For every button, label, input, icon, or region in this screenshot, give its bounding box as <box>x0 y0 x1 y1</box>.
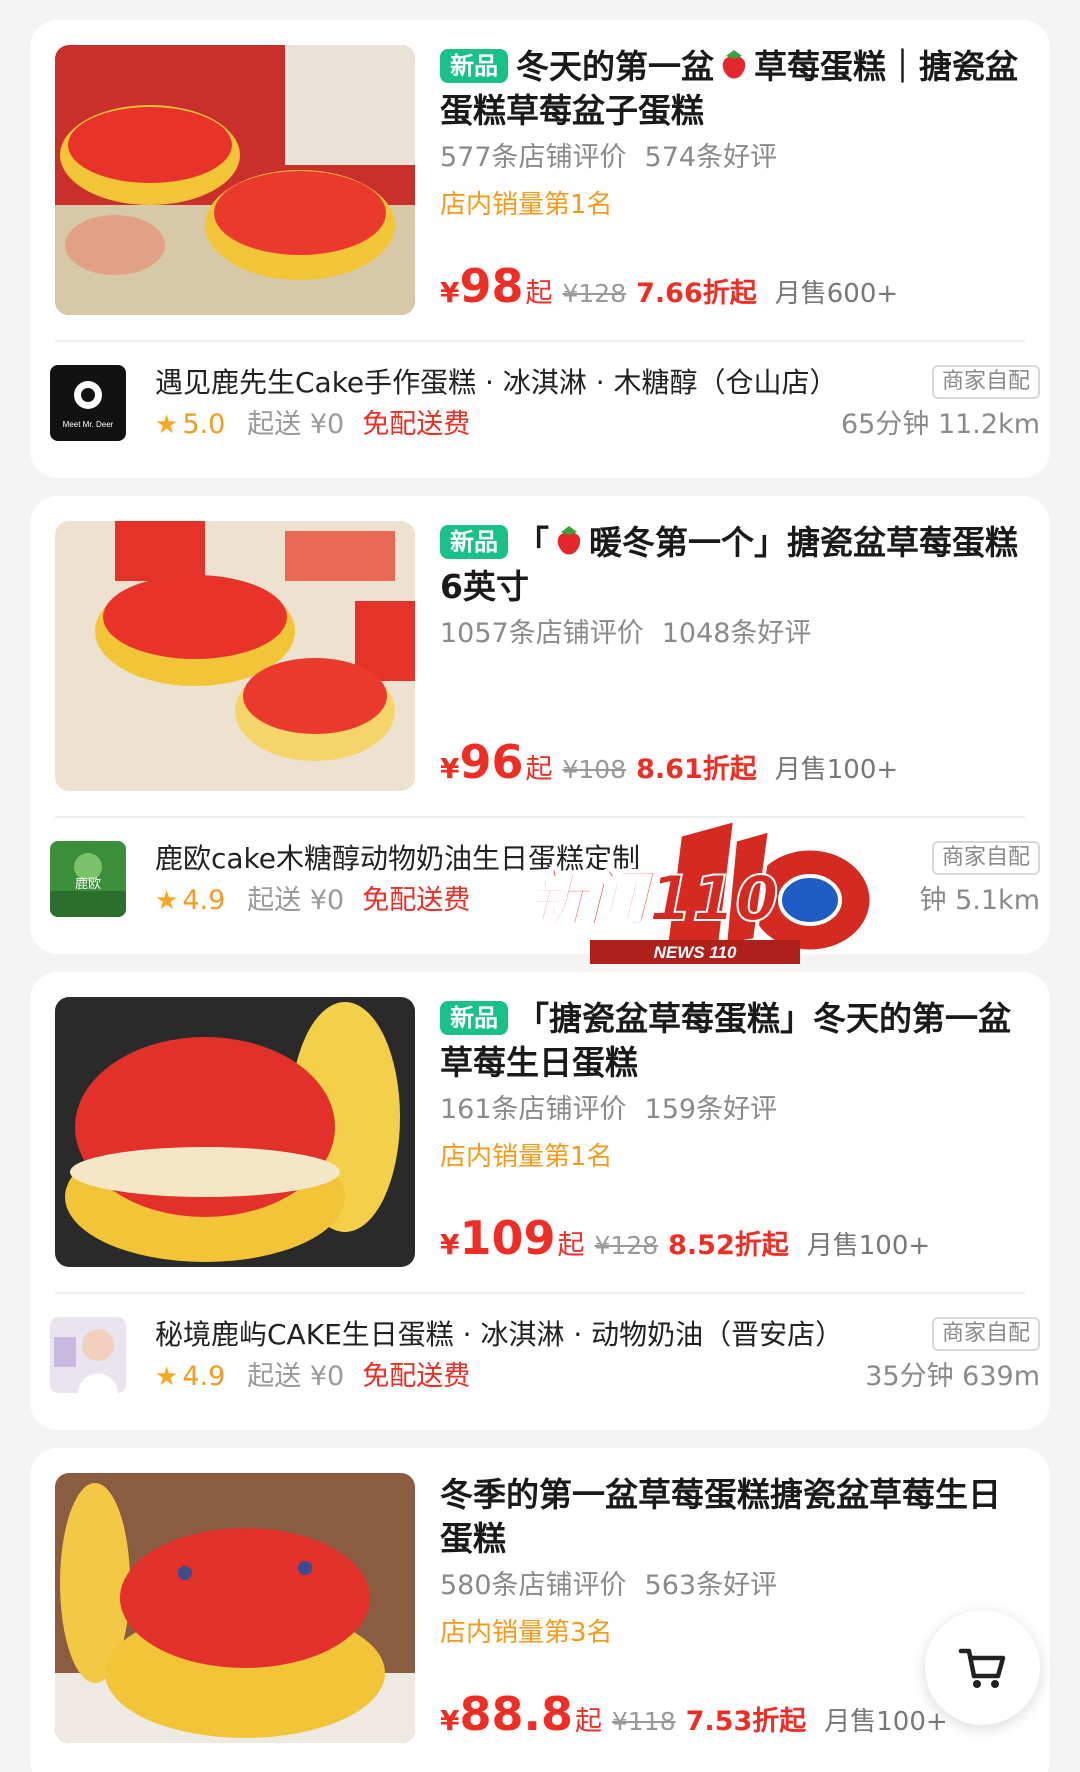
sales-rank: 店内销量第1名 <box>440 1142 613 1172</box>
discount: 7.53折起 <box>685 1706 807 1737</box>
price: 96 <box>459 735 524 789</box>
product-card[interactable]: 冬季的第一盆草莓蛋糕搪瓷盆草莓生日蛋糕 580条店铺评价 563条好评 店内销量第… <box>30 1448 1050 1772</box>
shop-row[interactable]: Meet Mr. Deer 遇见鹿先生Cake手作蛋糕 · 冰淇淋 · 木糖醇（… <box>50 365 1040 445</box>
strawberry-icon <box>557 526 581 555</box>
price-row: ¥109起 ¥128 8.52折起 月售100+ <box>440 1211 931 1265</box>
delivery-tag: 商家自配 <box>931 365 1040 399</box>
monthly-sales: 月售100+ <box>824 1707 948 1737</box>
original-price: ¥108 <box>562 755 627 784</box>
product-image[interactable] <box>55 997 415 1267</box>
delivery-tag: 商家自配 <box>931 1317 1040 1351</box>
shop-meta: ★ 5.0 起送 ¥0 免配送费 <box>155 409 471 440</box>
shop-name[interactable]: 秘境鹿屿CAKE生日蛋糕 · 冰淇淋 · 动物奶油（晋安店） <box>155 1317 843 1353</box>
product-row[interactable]: 新品 「搪瓷盆草莓蛋糕」冬天的第一盆草莓生日蛋糕 161条店铺评价 159条好评 店… <box>55 997 1055 1267</box>
product-title[interactable]: 新品 「搪瓷盆草莓蛋糕」冬天的第一盆草莓生日蛋糕 <box>440 997 1020 1085</box>
review-counts: 161条店铺评价 159条好评 <box>440 1094 778 1125</box>
product-image[interactable] <box>55 1473 415 1743</box>
svg-text:鹿欧: 鹿欧 <box>75 876 101 892</box>
shop-name[interactable]: 遇见鹿先生Cake手作蛋糕 · 冰淇淋 · 木糖醇（仓山店） <box>155 365 838 401</box>
strawberry-icon <box>722 50 746 79</box>
product-title[interactable]: 冬季的第一盆草莓蛋糕搪瓷盆草莓生日蛋糕 <box>440 1473 1020 1561</box>
shop-row[interactable]: 秘境鹿屿CAKE生日蛋糕 · 冰淇淋 · 动物奶油（晋安店） ★ 4.9 起送 ¥0… <box>50 1317 1040 1397</box>
product-row[interactable]: 冬季的第一盆草莓蛋糕搪瓷盆草莓生日蛋糕 580条店铺评价 563条好评 店内销量第… <box>55 1473 1055 1743</box>
product-title[interactable]: 新品「暖冬第一个」搪瓷盆草莓蛋糕6英寸 <box>440 521 1020 609</box>
product-image[interactable] <box>55 45 415 315</box>
product-row[interactable]: 新品 冬天的第一盆 草莓蛋糕｜搪瓷盆蛋糕草莓盆子蛋糕 577条店铺评价 574条好评 … <box>55 45 1055 315</box>
price: 98 <box>459 259 524 313</box>
new-badge: 新品 <box>440 1001 508 1035</box>
delivery-tag: 商家自配 <box>931 841 1040 875</box>
product-info: 新品「暖冬第一个」搪瓷盆草莓蛋糕6英寸 1057条店铺评价 1048条好评 ¥96… <box>440 521 1020 791</box>
shop-meta: ★ 4.9 起送 ¥0 免配送费 <box>155 1361 471 1392</box>
shop-logo <box>50 1317 126 1393</box>
product-info: 新品 「搪瓷盆草莓蛋糕」冬天的第一盆草莓生日蛋糕 161条店铺评价 159条好评 店… <box>440 997 1020 1267</box>
review-counts: 577条店铺评价 574条好评 <box>440 142 778 173</box>
product-info: 新品 冬天的第一盆 草莓蛋糕｜搪瓷盆蛋糕草莓盆子蛋糕 577条店铺评价 574条好评 … <box>440 45 1020 315</box>
new-badge: 新品 <box>440 49 508 83</box>
sales-rank: 店内销量第1名 <box>440 190 613 220</box>
news-watermark-logo: 新闻110 NEWS 110 <box>520 815 890 975</box>
cart-icon <box>958 1648 1005 1688</box>
star-icon: ★ <box>155 410 179 440</box>
divider <box>55 1292 1025 1294</box>
star-icon: ★ <box>155 1362 179 1392</box>
monthly-sales: 月售600+ <box>774 279 899 309</box>
shop-logo: 鹿欧 <box>50 841 126 917</box>
product-card[interactable]: 新品 「搪瓷盆草莓蛋糕」冬天的第一盆草莓生日蛋糕 161条店铺评价 159条好评 店… <box>30 972 1050 1430</box>
product-card[interactable]: 新品 冬天的第一盆 草莓蛋糕｜搪瓷盆蛋糕草莓盆子蛋糕 577条店铺评价 574条好评 … <box>30 20 1050 478</box>
review-counts: 1057条店铺评价 1048条好评 <box>440 618 812 649</box>
shop-meta: ★ 4.9 起送 ¥0 免配送费 <box>155 885 471 916</box>
discount: 8.61折起 <box>636 754 757 785</box>
price-row: ¥98起 ¥128 7.66折起 月售600+ <box>440 259 899 313</box>
price-row: ¥88.8起 ¥118 7.53折起 月售100+ <box>440 1687 948 1741</box>
product-info: 冬季的第一盆草莓蛋糕搪瓷盆草莓生日蛋糕 580条店铺评价 563条好评 店内销量第… <box>440 1473 1020 1743</box>
svg-text:Meet Mr. Deer: Meet Mr. Deer <box>63 420 114 429</box>
eta-distance: 钟 5.1km <box>919 885 1040 916</box>
star-icon: ★ <box>155 886 179 916</box>
product-row[interactable]: 新品「暖冬第一个」搪瓷盆草莓蛋糕6英寸 1057条店铺评价 1048条好评 ¥96… <box>55 521 1055 791</box>
eta-distance: 35分钟 639m <box>865 1361 1040 1392</box>
monthly-sales: 月售100+ <box>774 755 899 785</box>
product-image[interactable] <box>55 521 415 791</box>
product-title[interactable]: 新品 冬天的第一盆 草莓蛋糕｜搪瓷盆蛋糕草莓盆子蛋糕 <box>440 45 1020 133</box>
monthly-sales: 月售100+ <box>806 1231 931 1261</box>
price: 109 <box>459 1211 556 1265</box>
new-badge: 新品 <box>440 525 508 559</box>
original-price: ¥118 <box>611 1707 676 1736</box>
divider <box>55 340 1025 342</box>
review-counts: 580条店铺评价 563条好评 <box>440 1570 778 1601</box>
shop-logo: Meet Mr. Deer <box>50 365 126 441</box>
original-price: ¥128 <box>594 1231 659 1260</box>
svg-text:新闻110: 新闻110 <box>525 862 778 935</box>
eta-distance: 65分钟 11.2km <box>841 409 1040 440</box>
discount: 8.52折起 <box>668 1230 789 1261</box>
price: 88.8 <box>459 1687 573 1741</box>
original-price: ¥128 <box>562 279 627 308</box>
discount: 7.66折起 <box>636 278 757 309</box>
cart-button[interactable] <box>925 1610 1040 1725</box>
svg-text:NEWS 110: NEWS 110 <box>654 943 737 962</box>
price-row: ¥96起 ¥108 8.61折起 月售100+ <box>440 735 899 789</box>
